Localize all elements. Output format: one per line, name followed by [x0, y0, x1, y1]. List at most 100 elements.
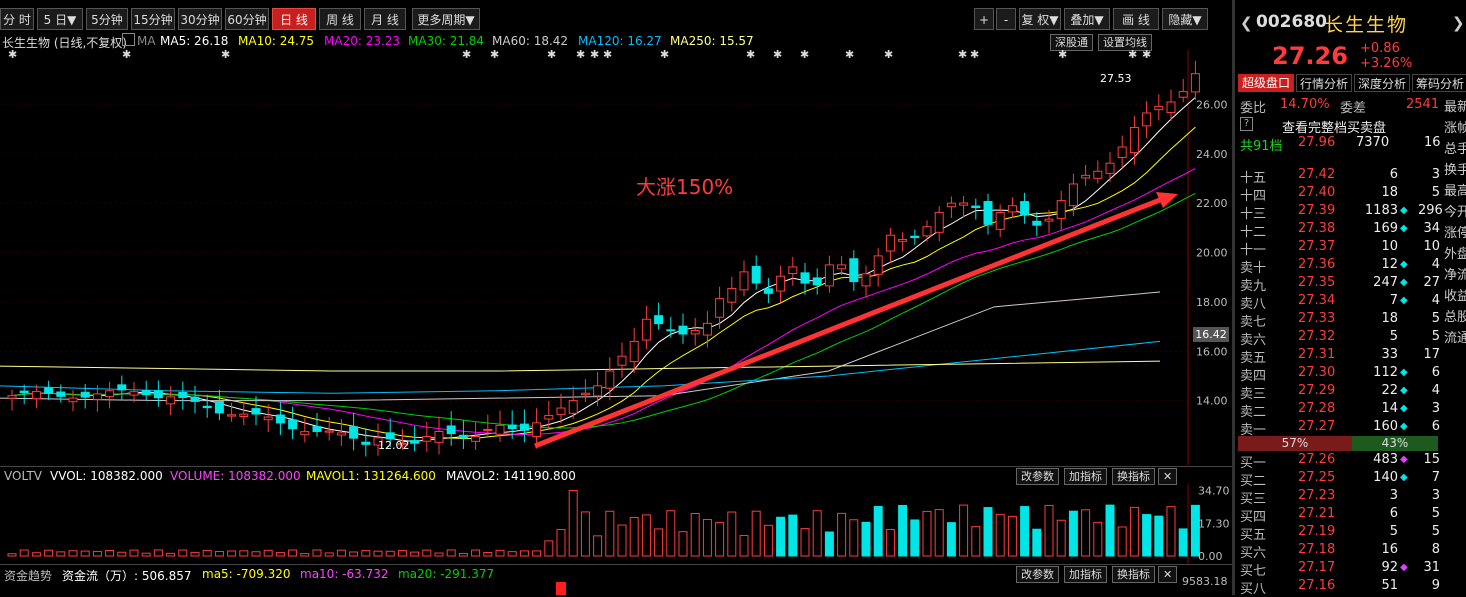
event-marker-icon[interactable]: ✱ — [845, 50, 854, 61]
candle[interactable] — [446, 411, 456, 446]
candle[interactable] — [31, 384, 41, 409]
full-book-row[interactable]: ? 查看完整档买卖盘 — [1236, 117, 1466, 136]
candle[interactable] — [946, 196, 956, 218]
tab-super-book[interactable]: 超级盘口 — [1238, 74, 1294, 92]
ask-row[interactable]: 十三 27.39 1183 ◆ 296 — [1236, 203, 1466, 222]
candle[interactable] — [288, 406, 298, 440]
candle[interactable] — [788, 256, 798, 286]
volume-add-indicator-button[interactable]: 加指标 — [1064, 468, 1107, 485]
candle[interactable] — [129, 382, 139, 403]
candle[interactable] — [361, 427, 371, 457]
candle[interactable] — [190, 385, 200, 414]
candle[interactable] — [1154, 94, 1164, 121]
ask-row[interactable]: 卖四 27.30 112 ◆ 6 — [1236, 365, 1466, 384]
event-marker-icon[interactable]: ✱ — [958, 50, 967, 61]
candle[interactable] — [349, 412, 359, 451]
period-15min-button[interactable]: 15分钟 — [131, 8, 175, 30]
help-icon[interactable]: ? — [1240, 117, 1253, 131]
candle[interactable] — [885, 227, 895, 263]
draw-line-button[interactable]: 画 线 — [1113, 8, 1159, 30]
period-intraday-button[interactable]: 分 时 — [0, 8, 34, 30]
candle[interactable] — [1178, 78, 1188, 103]
candle[interactable] — [1007, 197, 1017, 218]
candle[interactable] — [763, 278, 773, 303]
candle[interactable] — [690, 318, 700, 346]
candle[interactable] — [214, 389, 224, 421]
candle[interactable] — [275, 401, 285, 435]
ask-row[interactable]: 卖二 27.28 14 ◆ 3 — [1236, 401, 1466, 420]
event-marker-icon[interactable]: ✱ — [660, 50, 669, 61]
close-icon[interactable]: ✕ — [1158, 468, 1178, 485]
candle[interactable] — [861, 265, 871, 298]
overlay-dropdown[interactable]: 叠加▼ — [1064, 8, 1110, 30]
period-monthly-button[interactable]: 月 线 — [364, 8, 406, 30]
volume-params-button[interactable]: 改参数 — [1016, 468, 1059, 485]
period-5day-button[interactable]: 5 日▼ — [37, 8, 83, 30]
candle[interactable] — [1129, 115, 1139, 165]
period-5min-button[interactable]: 5分钟 — [86, 8, 128, 30]
candle[interactable] — [837, 256, 847, 276]
event-marker-icon[interactable]: ✱ — [746, 50, 755, 61]
more-periods-dropdown[interactable]: 更多周期▼ — [412, 8, 480, 30]
ask-row[interactable]: 十四 27.40 18 5 — [1236, 185, 1466, 204]
full-book-link[interactable]: 查看完整档买卖盘 — [1282, 117, 1386, 136]
event-marker-icon[interactable]: ✱ — [462, 50, 471, 61]
candle[interactable] — [641, 305, 651, 350]
candle[interactable] — [727, 276, 737, 312]
candle[interactable] — [105, 381, 115, 409]
ask-row[interactable]: 十二 27.38 169 ◆ 34 — [1236, 221, 1466, 240]
period-weekly-button[interactable]: 周 线 — [319, 8, 361, 30]
candle[interactable] — [1093, 160, 1103, 184]
ma-toggle-checkbox[interactable] — [122, 33, 135, 46]
bid-row[interactable]: 买二 27.25 140 ◆ 7 — [1236, 470, 1466, 489]
fund-params-button[interactable]: 改参数 — [1016, 566, 1059, 583]
candle[interactable] — [1056, 190, 1066, 231]
candle[interactable] — [678, 313, 688, 344]
tab-market-analysis[interactable]: 行情分析 — [1296, 74, 1352, 92]
candle[interactable] — [44, 380, 54, 401]
candle[interactable] — [544, 400, 554, 431]
adjust-dropdown[interactable]: 复 权▼ — [1019, 8, 1061, 30]
event-marker-icon[interactable]: ✱ — [1142, 50, 1151, 61]
period-daily-button[interactable]: 日 线 — [272, 8, 316, 30]
panel-splitter[interactable] — [1232, 0, 1235, 595]
bid-row[interactable]: 买七 27.17 92 ◆ 31 — [1236, 560, 1466, 579]
event-marker-icon[interactable]: ✱ — [490, 50, 499, 61]
ask-row[interactable]: 卖六 27.32 5 5 — [1236, 329, 1466, 348]
ask-row[interactable]: 十五 27.42 6 3 — [1236, 167, 1466, 186]
candle[interactable] — [824, 255, 834, 293]
candle[interactable] — [1020, 192, 1030, 224]
candle[interactable] — [1142, 101, 1152, 138]
bid-row[interactable]: 买五 27.19 5 5 — [1236, 524, 1466, 543]
candle[interactable] — [495, 410, 505, 442]
candle[interactable] — [556, 393, 566, 424]
candle[interactable] — [1117, 135, 1127, 169]
candle[interactable] — [971, 198, 981, 220]
ask-row[interactable]: 卖九 27.35 247 ◆ 27 — [1236, 275, 1466, 294]
candle[interactable] — [995, 204, 1005, 237]
set-ma-button[interactable]: 设置均线 — [1098, 34, 1152, 51]
hk-connect-button[interactable]: 深股通 — [1050, 34, 1093, 51]
candle[interactable] — [117, 375, 127, 400]
candle[interactable] — [519, 409, 529, 443]
candle[interactable] — [580, 379, 590, 403]
candle[interactable] — [1081, 164, 1091, 186]
ask-row[interactable]: 十一 27.37 10 10 — [1236, 239, 1466, 258]
chevron-right-icon[interactable]: ❯ — [1452, 14, 1465, 32]
bid-row[interactable]: 买三 27.23 3 3 — [1236, 488, 1466, 507]
candle[interactable] — [812, 268, 822, 295]
candle[interactable] — [751, 255, 761, 290]
event-marker-icon[interactable]: ✱ — [547, 50, 556, 61]
candle[interactable] — [434, 416, 444, 455]
event-marker-icon[interactable]: ✱ — [773, 50, 782, 61]
volume-switch-indicator-button[interactable]: 换指标 — [1112, 468, 1155, 485]
event-marker-icon[interactable]: ✱ — [1128, 50, 1137, 61]
bid-row[interactable]: 买一 27.26 483 ◆ 15 — [1236, 452, 1466, 471]
candle[interactable] — [666, 316, 676, 338]
candle[interactable] — [898, 232, 908, 252]
candle[interactable] — [715, 286, 725, 329]
zoom-in-button[interactable]: + — [974, 8, 994, 30]
tab-chip-analysis[interactable]: 筹码分析 — [1412, 74, 1466, 92]
period-60min-button[interactable]: 60分钟 — [225, 8, 269, 30]
candle[interactable] — [702, 311, 712, 348]
